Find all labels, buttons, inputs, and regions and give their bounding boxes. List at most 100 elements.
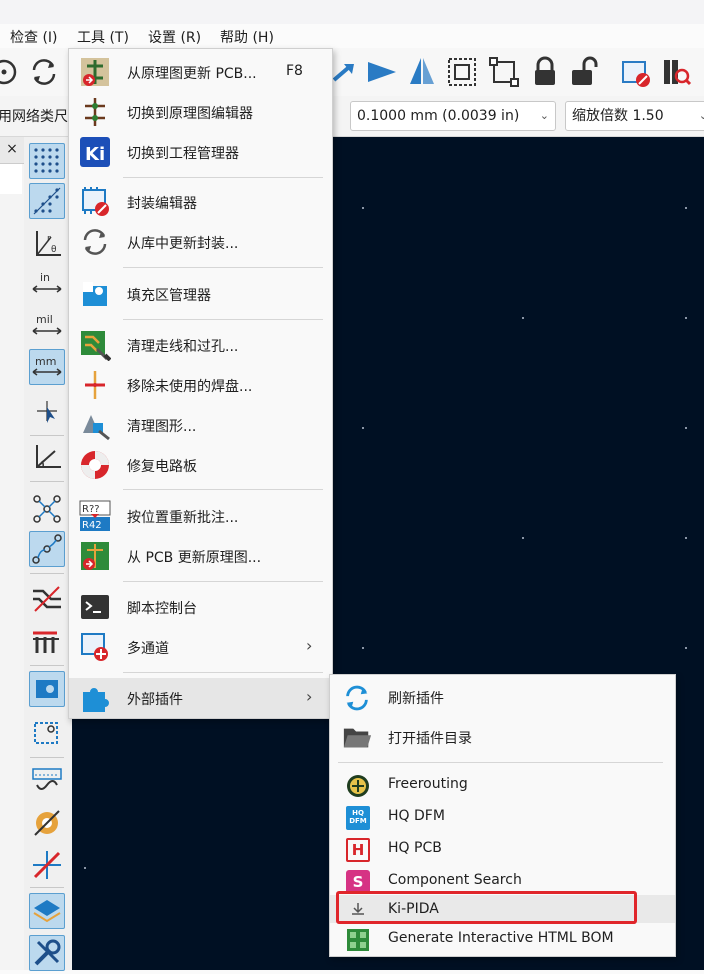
properties-button[interactable] — [29, 935, 65, 971]
submenu-item-hq-pcb[interactable]: H HQ PCB — [330, 833, 675, 865]
menu-item-label: 多通道 — [127, 641, 169, 657]
menu-item-label: 切换到工程管理器 — [127, 146, 239, 162]
menu-item-label: 从 PCB 更新原理图... — [127, 550, 262, 566]
mils-icon[interactable]: mil — [29, 309, 65, 345]
submenu-item-label: 刷新插件 — [388, 691, 444, 707]
kicad-logo-icon: Ki — [80, 137, 110, 167]
grid-dot — [685, 537, 687, 539]
menu-item-scripting-console[interactable]: 脚本控制台 — [69, 587, 332, 627]
panel-close-button[interactable]: × — [0, 137, 24, 164]
toolbar-separator — [30, 481, 64, 482]
library-browser-icon[interactable] — [658, 54, 694, 90]
menu-item-label: 从原理图更新 PCB... — [127, 66, 257, 82]
zoom-select[interactable]: 缩放倍数 1.50 ⌄ — [565, 101, 704, 131]
toolbar-separator — [30, 665, 64, 666]
menu-item-multichannel[interactable]: 多通道 › — [69, 627, 332, 667]
millimeters-icon: mm — [32, 355, 62, 376]
highlight-box — [336, 891, 637, 924]
menu-tools[interactable]: 工具 (T) — [77, 27, 129, 47]
submenu-item-label: Generate Interactive HTML BOM — [388, 930, 614, 946]
submenu-item-hq-dfm[interactable]: HQ DFM HQ DFM — [330, 801, 675, 833]
unlock-icon[interactable] — [566, 54, 602, 90]
zone-outline-icon[interactable] — [29, 715, 65, 751]
zone-fill-icon — [36, 680, 58, 698]
chevron-down-icon: ⌄ — [699, 102, 704, 130]
footprint-editor-icon[interactable] — [617, 54, 653, 90]
submenu-item-open-plugin-dir[interactable]: 打开插件目录 — [330, 717, 675, 757]
submenu-item-freerouting[interactable]: Freerouting — [330, 769, 675, 801]
net-highlight-icon[interactable] — [29, 581, 65, 617]
menu-item-label: 切换到原理图编辑器 — [127, 106, 253, 122]
menu-item-footprint-editor[interactable]: 封装编辑器 — [69, 182, 332, 222]
menu-item-external-plugins[interactable]: 外部插件 › — [69, 678, 332, 718]
svg-text:in: in — [40, 271, 50, 284]
show-zones-button[interactable] — [29, 671, 65, 707]
millimeters-button[interactable]: mm — [29, 349, 65, 385]
pad-display-icon[interactable] — [29, 763, 65, 799]
grid-override-icon — [33, 187, 61, 215]
menu-separator — [123, 581, 323, 582]
ungroup-icon[interactable] — [486, 54, 522, 90]
flip-icon[interactable] — [364, 54, 400, 90]
menu-item-update-footprints[interactable]: 从库中更新封装... — [69, 222, 332, 262]
menu-item-label: 清理走线和过孔... — [127, 339, 239, 355]
update-pcb-icon — [81, 58, 109, 86]
track-display-icon[interactable] — [29, 847, 65, 883]
zoom-icon[interactable] — [0, 54, 22, 90]
menu-item-zone-manager[interactable]: 填充区管理器 — [69, 274, 332, 314]
ratsnest-icon[interactable] — [29, 491, 65, 527]
show-tracks-icon[interactable] — [29, 623, 65, 659]
cursor-shape-icon[interactable] — [29, 393, 65, 429]
svg-text:r: r — [47, 234, 51, 244]
menu-item-update-schematic[interactable]: 从 PCB 更新原理图... — [69, 536, 332, 576]
grid-dot — [685, 427, 687, 429]
menu-preferences[interactable]: 设置 (R) — [148, 27, 201, 47]
zone-manager-icon — [83, 282, 107, 306]
menu-item-cleanup-tracks[interactable]: 清理走线和过孔... — [69, 325, 332, 365]
curved-ratsnest-button[interactable] — [29, 531, 65, 567]
angle-icon[interactable] — [29, 439, 65, 475]
grid-icon — [34, 148, 59, 173]
lock-icon[interactable] — [527, 54, 563, 90]
polar-coords-icon[interactable]: rθ — [29, 225, 65, 261]
layers-icon — [33, 900, 61, 923]
group-icon[interactable] — [444, 54, 480, 90]
toggle-grid-button[interactable] — [29, 143, 65, 179]
grid-select[interactable]: 0.1000 mm (0.0039 in) ⌄ — [350, 101, 556, 131]
remove-pads-icon — [85, 371, 105, 399]
submenu-item-html-bom[interactable]: Generate Interactive HTML BOM — [330, 923, 675, 955]
menu-item-project-manager[interactable]: Ki 切换到工程管理器 — [69, 132, 332, 172]
redraw-icon[interactable] — [26, 54, 62, 90]
layers-button[interactable] — [29, 893, 65, 929]
menu-item-label: 填充区管理器 — [127, 288, 211, 304]
inches-icon[interactable]: in — [29, 267, 65, 303]
netclass-label: 用网络类尺 — [0, 109, 68, 125]
zoom-select-value: 缩放倍数 1.50 — [572, 108, 664, 124]
menu-item-label: 封装编辑器 — [127, 196, 197, 212]
menu-item-repair-board[interactable]: 修复电路板 — [69, 445, 332, 485]
mirror-icon[interactable] — [404, 54, 440, 90]
menu-item-cleanup-graphics[interactable]: 清理图形... — [69, 405, 332, 445]
shortcut-label: F8 — [286, 63, 303, 79]
grid-dot — [522, 317, 524, 319]
submenu-item-refresh-plugins[interactable]: 刷新插件 — [330, 677, 675, 717]
via-display-icon[interactable] — [29, 805, 65, 841]
menu-item-update-pcb[interactable]: 从原理图更新 PCB... F8 — [69, 52, 332, 92]
menu-item-reannotate[interactable]: R?? R42 按位置重新批注... — [69, 496, 332, 536]
grid-dot — [685, 317, 687, 319]
schematic-editor-icon — [85, 98, 105, 126]
submenu-item-label: Freerouting — [388, 776, 468, 792]
menu-item-remove-unused-pads[interactable]: 移除未使用的焊盘... — [69, 365, 332, 405]
grid-dot — [84, 867, 86, 869]
grid-dot — [685, 207, 687, 209]
submenu-item-label: Component Search — [388, 872, 522, 888]
menu-inspect[interactable]: 检查 (I) — [10, 27, 58, 47]
tools-menu: 从原理图更新 PCB... F8 切换到原理图编辑器 Ki 切换到工程管理器 封… — [68, 48, 333, 719]
menu-help[interactable]: 帮助 (H) — [220, 27, 274, 47]
grid-overrides-button[interactable] — [29, 183, 65, 219]
menu-item-schematic-editor[interactable]: 切换到原理图编辑器 — [69, 92, 332, 132]
grid-dot — [522, 537, 524, 539]
svg-text:mm: mm — [35, 355, 56, 368]
toolbar-separator — [30, 887, 64, 888]
left-toolbar: rθ in mil mm — [24, 137, 72, 971]
